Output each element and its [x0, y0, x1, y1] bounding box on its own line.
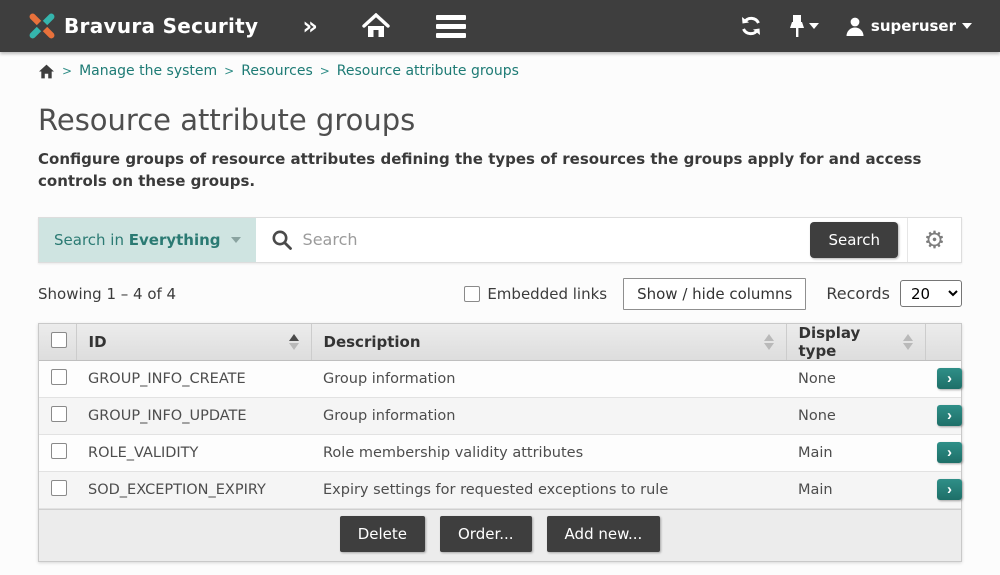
cell-id: ROLE_VALIDITY	[76, 434, 311, 472]
breadcrumb-separator: >	[319, 64, 330, 78]
column-header-actions	[925, 323, 961, 361]
search-button[interactable]: Search	[810, 221, 898, 258]
showing-count: Showing 1 – 4 of 4	[38, 284, 177, 303]
row-checkbox[interactable]	[51, 405, 67, 422]
cell-id: SOD_EXCEPTION_EXPIRY	[76, 471, 311, 509]
cell-id: GROUP_INFO_UPDATE	[76, 397, 311, 435]
open-row-button[interactable]: ›	[937, 368, 962, 389]
cell-display-type: Main	[786, 434, 925, 472]
brand[interactable]: Bravura Security	[28, 12, 258, 40]
open-row-button[interactable]: ›	[937, 479, 962, 500]
select-all-header[interactable]	[39, 323, 77, 361]
breadcrumb-home-icon[interactable]	[38, 64, 55, 79]
cell-description: Role membership validity attributes	[311, 434, 786, 472]
column-header-display-type[interactable]: Display type	[786, 323, 926, 361]
breadcrumb-separator: >	[62, 64, 73, 78]
main-content: > Manage the system > Resources > Resour…	[0, 52, 1000, 575]
hamburger-menu-icon[interactable]	[435, 14, 466, 38]
table-row: ROLE_VALIDITY Role membership validity a…	[39, 434, 962, 472]
top-navbar: Bravura Security » superuser	[0, 0, 1000, 52]
page-title: Resource attribute groups	[38, 103, 416, 137]
gear-icon: ⚙	[923, 225, 946, 254]
table-row: SOD_EXCEPTION_EXPIRY Expiry settings for…	[39, 471, 962, 509]
sort-icon-id	[288, 333, 299, 350]
collapse-menu-icon[interactable]: »	[302, 14, 318, 38]
cell-id: GROUP_INFO_CREATE	[76, 360, 311, 398]
brand-logo-icon	[28, 12, 56, 40]
cell-description: Expiry settings for requested exceptions…	[311, 471, 786, 509]
search-bar: Search in Everything Search ⚙	[38, 216, 962, 263]
embedded-links-checkbox[interactable]	[464, 285, 481, 302]
pin-caret-icon	[808, 23, 819, 29]
delete-button[interactable]: Delete	[339, 515, 425, 552]
select-all-checkbox[interactable]	[51, 331, 67, 348]
open-row-button[interactable]: ›	[937, 442, 962, 463]
row-checkbox[interactable]	[51, 442, 67, 459]
cell-display-type: Main	[786, 471, 925, 509]
breadcrumb: > Manage the system > Resources > Resour…	[38, 52, 962, 79]
resource-attribute-groups-table: ID Description Display type GROUP_INFO_C…	[38, 322, 962, 562]
search-input[interactable]	[302, 230, 811, 249]
breadcrumb-link-manage-system[interactable]: Manage the system	[79, 63, 217, 79]
open-row-button[interactable]: ›	[937, 405, 962, 426]
sort-icon-display-type	[902, 333, 913, 350]
records-label: Records	[826, 284, 890, 303]
cell-description: Group information	[311, 360, 786, 398]
pushpin-icon	[789, 14, 805, 38]
search-scope-prefix: Search in	[54, 230, 124, 249]
list-controls: Showing 1 – 4 of 4 Embedded links Show /…	[38, 277, 962, 310]
user-icon	[845, 16, 865, 36]
cell-display-type: None	[786, 397, 925, 435]
search-scope-value: Everything	[128, 230, 221, 249]
breadcrumb-separator: >	[224, 64, 235, 78]
cell-display-type: None	[786, 360, 925, 398]
user-menu[interactable]: superuser	[845, 16, 972, 36]
scope-caret-icon	[230, 236, 241, 243]
breadcrumb-link-resource-attribute-groups[interactable]: Resource attribute groups	[337, 63, 519, 79]
sort-icon-description	[763, 333, 774, 350]
embedded-links-toggle[interactable]: Embedded links	[464, 285, 607, 303]
table-row: GROUP_INFO_CREATE Group information None…	[39, 360, 962, 398]
order-button[interactable]: Order...	[439, 515, 532, 552]
home-icon[interactable]	[362, 13, 390, 39]
row-checkbox[interactable]	[51, 368, 67, 385]
show-hide-columns-button[interactable]: Show / hide columns	[623, 277, 807, 310]
table-footer-actions: Delete Order... Add new...	[39, 508, 961, 561]
breadcrumb-link-resources[interactable]: Resources	[241, 63, 313, 79]
refresh-icon[interactable]	[739, 14, 763, 38]
pin-menu[interactable]	[789, 14, 819, 38]
search-scope-dropdown[interactable]: Search in Everything	[39, 217, 256, 262]
page-description: Configure groups of resource attributes …	[38, 150, 922, 190]
cell-description: Group information	[311, 397, 786, 435]
user-caret-icon	[962, 23, 972, 29]
search-settings[interactable]: ⚙	[907, 217, 961, 262]
user-name: superuser	[870, 17, 956, 35]
embedded-links-label: Embedded links	[487, 284, 608, 303]
add-new-button[interactable]: Add new...	[546, 515, 661, 552]
column-header-description[interactable]: Description	[311, 323, 787, 361]
brand-name: Bravura Security	[64, 14, 259, 38]
column-header-id[interactable]: ID	[76, 323, 312, 361]
table-row: GROUP_INFO_UPDATE Group information None…	[39, 397, 962, 435]
records-per-page-select[interactable]: 20	[900, 280, 962, 307]
search-icon	[271, 229, 293, 251]
row-checkbox[interactable]	[51, 479, 67, 496]
